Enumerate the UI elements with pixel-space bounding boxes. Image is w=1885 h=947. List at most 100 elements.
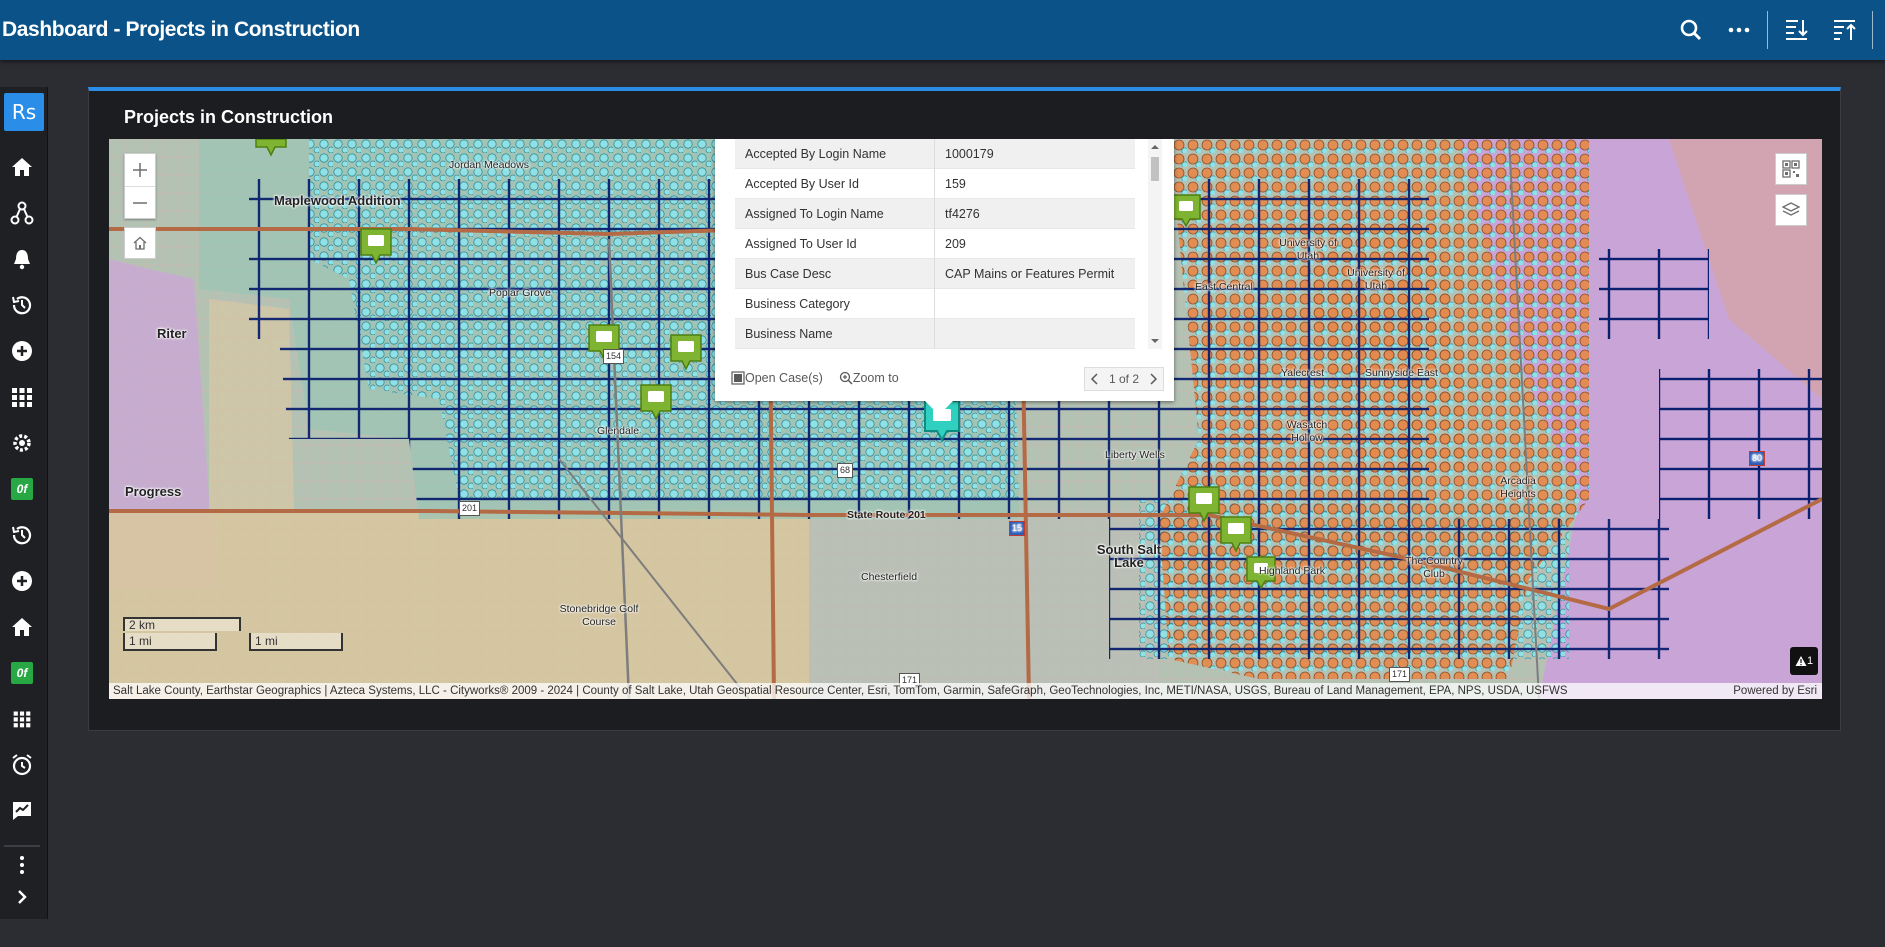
open-case-icon	[731, 371, 745, 385]
minus-icon	[133, 201, 147, 204]
attribute-key: Bus Case Desc	[735, 258, 935, 289]
alarm-clock-icon	[12, 754, 32, 776]
sort-ascending-icon	[1834, 20, 1856, 40]
attribute-key: Assigned To Login Name	[735, 198, 935, 229]
add-icon	[12, 571, 32, 591]
default-extent-button[interactable]	[124, 227, 156, 259]
map-label: University of Utah	[1347, 267, 1405, 292]
powered-by-esri[interactable]: Powered by Esri	[1733, 683, 1817, 699]
layer-list-button[interactable]	[1775, 194, 1807, 226]
attribute-value: CAP Mains or Features Permit	[945, 266, 1115, 281]
map-label: Stonebridge Golf Course	[559, 603, 639, 628]
road-shield: 80	[1749, 451, 1766, 466]
scrollbar-thumb[interactable]	[1151, 157, 1159, 181]
attribute-key: Assigned To User Id	[735, 228, 935, 259]
attribute-key: Accepted By Login Name	[735, 139, 935, 169]
bell-icon	[14, 250, 30, 270]
zoom-to-button[interactable]: Zoom to	[839, 371, 899, 385]
popup-footer: Open Case(s) Zoom to 1 of 2	[715, 355, 1174, 401]
sidebar-item-history[interactable]	[0, 285, 44, 325]
attribute-value: 159	[945, 176, 966, 191]
sidebar-item-add[interactable]	[0, 331, 44, 371]
sidebar-item-badge[interactable]: 0f	[0, 469, 44, 509]
chevron-right-icon	[18, 890, 27, 904]
zoom-out-button[interactable]	[125, 186, 155, 218]
search-button[interactable]	[1667, 0, 1715, 60]
history-icon	[12, 526, 32, 545]
popup-attribute-table: Accepted By Login Name 1000179 Accepted …	[735, 139, 1135, 349]
next-feature-button[interactable]	[1143, 368, 1163, 390]
header-divider	[1767, 11, 1768, 49]
map-view[interactable]: Jordan Meadows Maplewood Addition Poplar…	[109, 139, 1822, 699]
map-label: The Country Club	[1405, 555, 1463, 580]
badge-0f: 0f	[11, 662, 33, 684]
sidebar-item-add-2[interactable]	[0, 561, 44, 601]
sidebar-item-history-2[interactable]	[0, 515, 44, 555]
road-shield: 68	[837, 463, 854, 478]
sidebar-item-apps[interactable]	[0, 377, 44, 417]
panel-title: Projects in Construction	[124, 107, 334, 127]
map-label: Riter	[157, 326, 187, 341]
header-divider	[1872, 11, 1873, 49]
sidebar: Rs 0f 0f	[0, 87, 48, 919]
sort-descending-icon	[1786, 20, 1808, 40]
popup-pointer	[925, 401, 953, 415]
map-label: University of Utah	[1279, 237, 1337, 262]
attribute-value: 1000179	[945, 146, 994, 161]
map-label: Jordan Meadows	[449, 159, 529, 171]
scale-km: 2 km	[123, 617, 241, 631]
map-label: South Salt Lake	[1096, 542, 1162, 570]
map-label: Sunnyside East	[1365, 367, 1438, 379]
plus-icon	[133, 163, 147, 177]
page-title: Dashboard - Projects in Construction	[2, 18, 360, 41]
sidebar-item-notifications[interactable]	[0, 239, 44, 279]
add-icon	[12, 341, 32, 361]
road-shield: 171	[1389, 667, 1411, 682]
popup-scrollbar[interactable]	[1148, 139, 1162, 349]
attribute-value: 209	[945, 236, 966, 251]
more-options-button[interactable]	[1715, 0, 1763, 60]
open-cases-label: Open Case(s)	[745, 371, 823, 385]
previous-feature-button[interactable]	[1085, 368, 1105, 390]
sidebar-item-workflow[interactable]	[0, 193, 44, 233]
zoom-in-button[interactable]	[125, 154, 155, 186]
scroll-up-icon	[1151, 145, 1159, 149]
sidebar-item-home[interactable]	[0, 147, 44, 187]
warning-button[interactable]: 1	[1790, 647, 1818, 675]
sidebar-item-badge-2[interactable]: 0f	[0, 653, 44, 693]
feature-popup: Accepted By Login Name 1000179 Accepted …	[715, 139, 1174, 415]
map-attribution: Salt Lake County, Earthstar Geographics …	[109, 683, 1822, 699]
badge-0f: 0f	[11, 478, 33, 500]
layers-icon	[1782, 202, 1800, 216]
sidebar-item-charts[interactable]	[0, 791, 44, 831]
sort-ascending-button[interactable]	[1820, 0, 1868, 60]
zoom-controls	[124, 153, 156, 219]
road-shield: 15	[1009, 521, 1026, 536]
chevron-left-icon	[1090, 373, 1098, 385]
map-label: Liberty Wells	[1105, 449, 1165, 461]
sidebar-item-home-2[interactable]	[0, 607, 44, 647]
sidebar-item-apps-2[interactable]	[0, 699, 44, 739]
sidebar-item-settings[interactable]	[0, 423, 44, 463]
sidebar-expand-button[interactable]	[0, 877, 44, 917]
attribute-key: Accepted By User Id	[735, 168, 935, 199]
sidebar-item-alarm[interactable]	[0, 745, 44, 785]
chart-card-icon	[13, 802, 31, 820]
history-icon	[12, 296, 32, 315]
settings-gear-icon	[13, 434, 31, 452]
vertical-dots-icon	[20, 856, 24, 874]
table-row: Assigned To User Id 209	[735, 228, 1135, 259]
table-row: Business Category	[735, 288, 1135, 319]
attribute-key: Business Name	[735, 318, 935, 349]
sort-descending-button[interactable]	[1772, 0, 1820, 60]
pager-text: 1 of 2	[1108, 372, 1139, 386]
app-logo[interactable]: Rs	[4, 93, 44, 131]
zoom-to-icon	[839, 371, 853, 385]
map-label: Arcadia Heights	[1500, 475, 1536, 500]
attribute-value: tf4276	[945, 206, 980, 221]
attribute-key: Business Category	[735, 288, 935, 319]
table-row: Bus Case Desc CAP Mains or Features Perm…	[735, 258, 1135, 289]
map-label: Chesterfield	[861, 571, 918, 583]
open-cases-button[interactable]: Open Case(s)	[731, 371, 823, 385]
basemap-gallery-button[interactable]	[1775, 153, 1807, 185]
